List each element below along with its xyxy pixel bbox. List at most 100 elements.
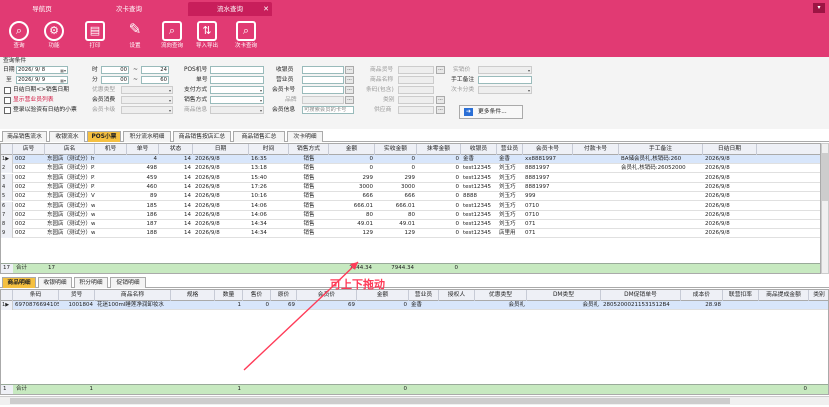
tab-count-card[interactable]: 次卡查询 bbox=[100, 2, 158, 16]
minute-to-input[interactable]: 60 bbox=[141, 76, 169, 84]
table-row[interactable]: 1▶ 002 东园店（测试分）hyl 4 14 2026/9/8 16:35 销售 0 0 0 金香金… bbox=[1, 155, 820, 164]
column-header[interactable]: 金额 bbox=[329, 144, 375, 155]
column-header[interactable]: 店名 bbox=[45, 144, 95, 155]
column-header[interactable]: 机号 bbox=[95, 144, 127, 155]
tab-pos-receipt[interactable]: POS小票 bbox=[87, 131, 121, 142]
column-header[interactable]: 销售方式 bbox=[289, 144, 329, 155]
column-header[interactable]: 金额 bbox=[357, 290, 409, 301]
tab-cashier-detail[interactable]: 收银明细 bbox=[38, 277, 72, 288]
barcode-input[interactable] bbox=[398, 86, 434, 94]
supplier-pick-button[interactable]: ... bbox=[436, 106, 445, 114]
promo-select[interactable]: ▾ bbox=[121, 86, 173, 94]
column-header[interactable]: 类别 bbox=[809, 290, 828, 301]
pay-select[interactable]: ▾ bbox=[210, 86, 264, 94]
table-row[interactable]: 4002 东园店（测试分）P28 460 14 2026/9/8 17:26 销售 3000 3… bbox=[1, 182, 820, 192]
cashier-pick-button[interactable]: ... bbox=[345, 66, 354, 74]
tab-store-summary[interactable]: 商品销售按店汇总 bbox=[173, 131, 231, 142]
flow-query-button[interactable]: ⌕ 流向查询 bbox=[155, 19, 189, 56]
pos-input[interactable] bbox=[210, 66, 264, 74]
count-card-select[interactable]: ▾ bbox=[478, 86, 532, 94]
close-icon[interactable]: ✕ bbox=[263, 2, 269, 16]
table-row[interactable]: 8002 东园店（测试分）www 187 14 2026/9/8 14:34 销售 49.01… bbox=[1, 220, 820, 230]
print-button[interactable]: ▤ 打印 bbox=[78, 19, 112, 56]
column-header[interactable]: 抹零金额 bbox=[417, 144, 461, 155]
query-button[interactable]: ⌕ 查询 bbox=[2, 19, 36, 56]
spec-type-select[interactable]: ▾ bbox=[478, 66, 532, 74]
function-button[interactable]: ⚙ 功能 bbox=[37, 19, 71, 56]
column-header[interactable]: 联营扣率 bbox=[723, 290, 759, 301]
date-to-input[interactable]: 2026/ 9/ 9 ▦▾ bbox=[16, 76, 68, 84]
sale-select[interactable]: ▾ bbox=[210, 96, 264, 104]
manual-note-input[interactable] bbox=[478, 76, 532, 84]
column-header[interactable]: 单号 bbox=[127, 144, 159, 155]
table-row[interactable]: 5002 东园店（测试分）V60 89 14 2026/9/8 10:16 销售 666 666… bbox=[1, 192, 820, 202]
tab-cashier-flow[interactable]: 收银流水 bbox=[49, 131, 85, 142]
scrollbar-thumb[interactable] bbox=[10, 398, 730, 404]
column-header[interactable]: DM促销单号 bbox=[601, 290, 681, 301]
member-card-input[interactable] bbox=[302, 86, 344, 94]
column-header[interactable]: 货号 bbox=[59, 290, 95, 301]
column-header[interactable]: 营业员 bbox=[409, 290, 439, 301]
product-detail-grid[interactable]: 条码 货号 商品名称 规格 数量 售价 原价 会员价 金额 营业员 授权人 优惠… bbox=[0, 289, 829, 395]
table-row[interactable]: 3002 东园店（测试分）P28 459 14 2026/9/8 15:40 销售 299 29… bbox=[1, 173, 820, 183]
scrollbar-thumb[interactable] bbox=[822, 153, 828, 201]
product-name-input[interactable] bbox=[398, 76, 434, 84]
column-header[interactable]: 规格 bbox=[171, 290, 215, 301]
receipt-grid[interactable]: 店号 店名 机号 单号 状态 日期 时间 销售方式 金额 实收金额 抹零金额 收… bbox=[0, 143, 821, 274]
window-menu-button[interactable]: ▾ bbox=[813, 3, 825, 13]
column-header[interactable]: 商品名称 bbox=[95, 290, 171, 301]
date-from-input[interactable]: 2026/ 9/ 8 ▦▾ bbox=[16, 66, 68, 74]
category-pick-button[interactable]: ... bbox=[436, 96, 445, 104]
column-header[interactable]: 优惠类型 bbox=[475, 290, 527, 301]
column-header[interactable]: 会员价 bbox=[297, 290, 357, 301]
settings-button[interactable]: ✎ 设置 bbox=[118, 19, 152, 56]
calendar-icon[interactable]: ▦▾ bbox=[60, 68, 66, 73]
import-export-button[interactable]: ⇅ 导入导出 bbox=[190, 19, 224, 56]
column-header[interactable]: 状态 bbox=[159, 144, 193, 155]
member-grade-select[interactable]: ▾ bbox=[121, 106, 173, 114]
column-header[interactable]: 店号 bbox=[13, 144, 45, 155]
checkbox-no-close[interactable] bbox=[4, 107, 11, 114]
bill-input[interactable] bbox=[210, 76, 264, 84]
column-header[interactable]: 营业员 bbox=[497, 144, 523, 155]
clerk-pick-button[interactable]: ... bbox=[345, 76, 354, 84]
column-header[interactable]: 付款卡号 bbox=[573, 144, 619, 155]
tab-points-detail-sub[interactable]: 积分明细 bbox=[74, 277, 108, 288]
column-header[interactable]: 会员卡号 bbox=[523, 144, 573, 155]
product-code-pick-button[interactable]: ... bbox=[436, 66, 445, 74]
column-header[interactable]: 商品提成金额 bbox=[759, 290, 809, 301]
column-header[interactable]: 售价 bbox=[243, 290, 271, 301]
checkbox-show-clerk[interactable] bbox=[4, 97, 11, 104]
member-info-input[interactable]: 可搜索会员的卡号 bbox=[302, 106, 354, 114]
hour-to-input[interactable]: 24 bbox=[141, 66, 169, 74]
tab-product-sales-flow[interactable]: 商品销售流水 bbox=[2, 131, 47, 142]
member-consume-select[interactable]: ▾ bbox=[121, 96, 173, 104]
tab-flow-query[interactable]: 流水查询 ✕ bbox=[188, 2, 272, 16]
table-row[interactable]: 7002 东园店（测试分）www 186 14 2026/9/8 14:06 销售 80 80 0… bbox=[1, 210, 820, 220]
column-header[interactable]: 收银员 bbox=[461, 144, 497, 155]
product-code-input[interactable] bbox=[398, 66, 434, 74]
cashier-input[interactable] bbox=[302, 66, 344, 74]
column-header[interactable]: 原价 bbox=[271, 290, 297, 301]
column-header[interactable]: 日结日期 bbox=[703, 144, 757, 155]
category-input[interactable] bbox=[398, 96, 434, 104]
tab-product-summary[interactable]: 商品销售汇总 bbox=[233, 131, 285, 142]
checkbox-close-date[interactable] bbox=[4, 87, 11, 94]
table-row[interactable]: 9002 东园店（测试分）www 188 14 2026/9/8 14:34 销售 129 12… bbox=[1, 229, 820, 239]
minute-from-input[interactable]: 00 bbox=[101, 76, 129, 84]
column-header[interactable]: 条码 bbox=[13, 290, 59, 301]
column-header[interactable]: 手工备注 bbox=[619, 144, 703, 155]
supplier-input[interactable] bbox=[398, 106, 434, 114]
column-header[interactable]: DM类型 bbox=[527, 290, 601, 301]
column-header[interactable]: 授权人 bbox=[439, 290, 475, 301]
table-row[interactable]: 6002 东园店（测试分）www 185 14 2026/9/8 14:06 销售 666.0… bbox=[1, 201, 820, 211]
table-row[interactable]: 2002东园店（测试分）P28498142026/9/813:18销售000te… bbox=[1, 164, 820, 174]
clerk-input[interactable] bbox=[302, 76, 344, 84]
tab-count-card-detail[interactable]: 次卡明细 bbox=[287, 131, 323, 142]
product-info-select[interactable]: ▾ bbox=[210, 106, 264, 114]
member-card-pick-button[interactable]: ... bbox=[345, 86, 354, 94]
column-header[interactable]: 成本价 bbox=[681, 290, 723, 301]
hour-from-input[interactable]: 00 bbox=[101, 66, 129, 74]
brand-input[interactable] bbox=[302, 96, 344, 104]
calendar-icon[interactable]: ▦▾ bbox=[60, 78, 66, 83]
